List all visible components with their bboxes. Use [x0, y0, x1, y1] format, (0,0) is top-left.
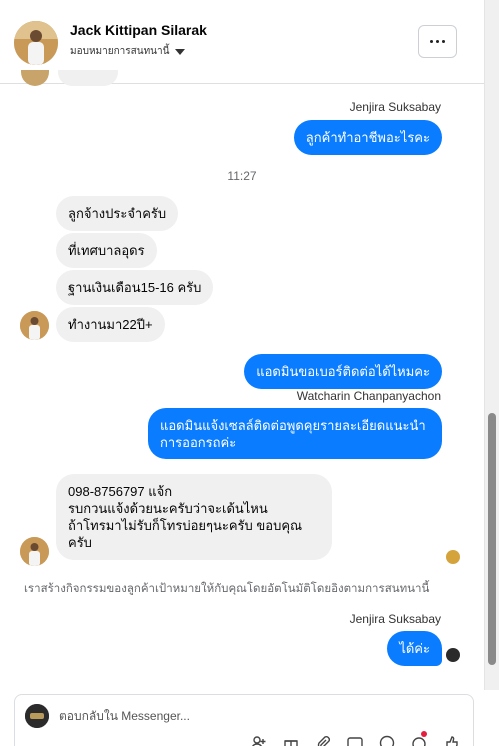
contact-avatar-small[interactable]: [20, 537, 49, 566]
gift-icon[interactable]: [283, 735, 299, 746]
incoming-message[interactable]: ลูกจ้างประจำครับ: [56, 196, 179, 231]
incoming-message[interactable]: ที่เทศบาลอุดร: [56, 233, 157, 268]
more-options-button[interactable]: [418, 25, 457, 58]
sender-name: Jenjira Suksabay: [349, 100, 441, 114]
message-timestamp: 11:27: [227, 169, 257, 183]
outgoing-message[interactable]: ลูกค้าทำอาชีพอะไรคะ: [293, 120, 442, 155]
seen-indicator-avatar: [446, 550, 460, 564]
chevron-down-icon: [175, 48, 186, 55]
outgoing-message[interactable]: แอดมินขอเบอร์ติดต่อได้ไหมคะ: [244, 354, 442, 389]
gif-icon[interactable]: [347, 735, 363, 746]
assign-conversation-label: มอบหมายการสนทนานี้: [70, 46, 170, 57]
contact-name[interactable]: Jack Kittipan Silarak: [70, 22, 207, 38]
more-options-icon: [430, 40, 433, 43]
scrollbar-track[interactable]: [484, 0, 499, 690]
scrollbar-thumb[interactable]: [488, 413, 496, 665]
contact-avatar-small[interactable]: [20, 311, 49, 340]
notification-dot: [421, 731, 427, 737]
outgoing-message[interactable]: ได้ค่ะ: [387, 631, 442, 666]
incoming-message[interactable]: ทำงานมา22ปี+: [56, 307, 165, 342]
incoming-message[interactable]: ฐานเงินเดือน15-16 ครับ: [56, 270, 214, 305]
outgoing-message[interactable]: แอดมินแจ้งเซลล์ติดต่อพูดคุยรายละเอียดแนะ…: [148, 408, 442, 459]
reply-input[interactable]: [59, 705, 419, 727]
sender-name: Jenjira Suksabay: [349, 612, 441, 626]
incoming-message[interactable]: 098-8756797 แจ้ก รบกวนแจ้งด้วยนะครับว่าจ…: [56, 474, 332, 560]
page-avatar: [25, 704, 49, 728]
message-composer: [14, 694, 474, 746]
emoji-icon[interactable]: [379, 735, 395, 746]
sticker-icon[interactable]: [411, 731, 427, 746]
like-icon[interactable]: [443, 735, 459, 746]
contact-avatar[interactable]: [14, 21, 58, 65]
assign-conversation-dropdown[interactable]: มอบหมายการสนทนานี้: [70, 44, 186, 59]
add-person-icon[interactable]: [251, 735, 267, 746]
incoming-message-partial: [58, 70, 118, 86]
sender-name: Watcharin Chanpanyachon: [296, 389, 441, 403]
composer-toolbar: [251, 731, 459, 746]
sender-avatar-small: [446, 648, 460, 662]
attach-icon[interactable]: [315, 735, 331, 746]
automation-notice: เราสร้างกิจกรรมของลูกค้าเป้าหมายให้กับคุ…: [24, 583, 430, 595]
